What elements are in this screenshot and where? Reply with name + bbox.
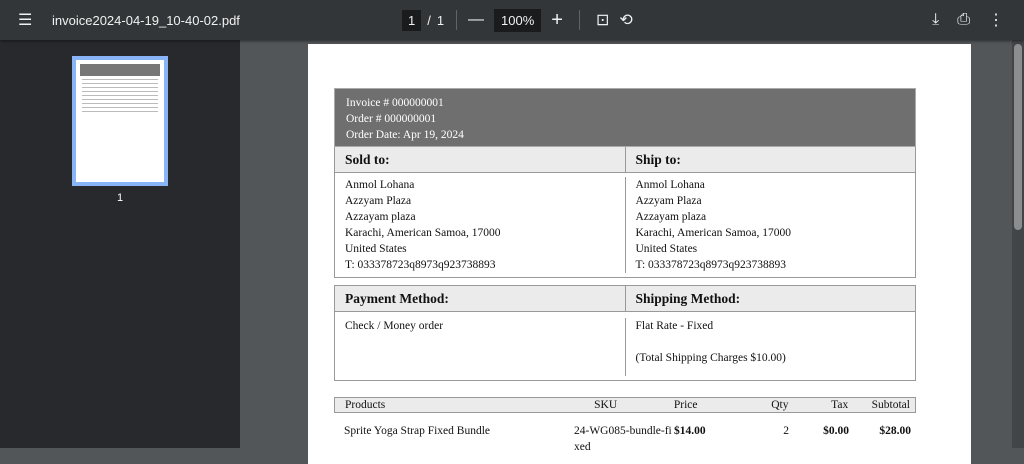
document-title: invoice2024-04-19_10-40-02.pdf xyxy=(52,12,240,28)
shipping-charges: (Total Shipping Charges $10.00) xyxy=(635,352,786,364)
address-line: Anmol Lohana xyxy=(635,179,705,191)
address-line: Karachi, American Samoa, 17000 xyxy=(345,227,501,239)
pdf-page: Invoice # 000000001 Order # 000000001 Or… xyxy=(308,44,971,464)
page-total: 1 xyxy=(436,12,445,28)
col-products: Products xyxy=(345,399,386,411)
payment-heading: Payment Method: xyxy=(345,291,449,306)
col-sku: SKU xyxy=(594,399,618,411)
menu-icon[interactable]: ☰ xyxy=(18,0,32,40)
methods-box: Payment Method: Shipping Method: Check / … xyxy=(334,285,916,381)
col-subtotal: Subtotal xyxy=(871,399,910,411)
shipping-heading: Shipping Method: xyxy=(624,286,916,311)
fit-page-icon[interactable]: ⊡ xyxy=(596,10,609,30)
order-date: Order Date: Apr 19, 2024 xyxy=(346,129,464,141)
address-line: T: 033378723q8973q923738893 xyxy=(345,259,496,271)
zoom-in-icon[interactable]: + xyxy=(551,9,563,32)
product-subtotal: $28.00 xyxy=(879,425,911,437)
invoice-number: Invoice # 000000001 xyxy=(346,97,444,109)
toolbar-actions: ⤓ ⎙ ⋮ xyxy=(932,0,1004,40)
product-name: Sprite Yoga Strap Fixed Bundle xyxy=(344,425,490,437)
product-sku: 24-WG085-bundle-fixed xyxy=(574,425,672,453)
shipping-method-name: Flat Rate - Fixed xyxy=(635,320,714,332)
address-line: Azzyam Plaza xyxy=(635,195,702,207)
page-input[interactable]: 1 xyxy=(402,9,422,31)
products-header: Products SKU Price Qty Tax Subtotal xyxy=(334,397,916,413)
more-options-icon[interactable]: ⋮ xyxy=(988,10,1004,30)
ship-to-heading: Ship to: xyxy=(624,147,916,172)
order-number: Order # 000000001 xyxy=(346,113,437,125)
zoom-out-icon[interactable]: — xyxy=(468,11,484,29)
sold-to-heading: Sold to: xyxy=(345,152,390,167)
shipping-method: Flat Rate - Fixed (Total Shipping Charges… xyxy=(624,318,916,376)
sold-to-address: Anmol Lohana Azzyam Plaza Azzayam plaza Kar… xyxy=(335,177,625,273)
print-icon[interactable]: ⎙ xyxy=(957,11,970,29)
table-row: Sprite Yoga Strap Fixed Bundle 24-WG085-… xyxy=(334,423,916,455)
col-qty: Qty xyxy=(771,399,789,411)
product-qty: 2 xyxy=(783,425,789,437)
invoice-header: Invoice # 000000001 Order # 000000001 Or… xyxy=(334,88,916,147)
page-thumbnail[interactable] xyxy=(72,56,168,186)
ship-to-address: Anmol Lohana Azzyam Plaza Azzayam plaza Kar… xyxy=(624,177,916,273)
download-icon[interactable]: ⤓ xyxy=(932,11,939,29)
col-price: Price xyxy=(673,399,698,411)
address-line: Azzayam plaza xyxy=(345,211,416,223)
zoom-controls: — 100% + ⊡ ⟲ xyxy=(468,0,633,40)
divider xyxy=(456,10,458,30)
address-box: Sold to: Ship to: Anmol Lohana Azzyam Plaz… xyxy=(334,147,916,278)
address-line: United States xyxy=(635,243,698,255)
product-tax: $0.00 xyxy=(823,425,849,437)
address-line: Azzyam Plaza xyxy=(345,195,412,207)
payment-method: Check / Money order xyxy=(345,320,444,332)
address-line: Karachi, American Samoa, 17000 xyxy=(635,227,792,239)
address-line: Azzayam plaza xyxy=(635,211,707,223)
address-line: United States xyxy=(345,243,407,255)
address-line: Anmol Lohana xyxy=(345,179,415,191)
scrollbar[interactable] xyxy=(1012,40,1024,448)
zoom-input[interactable]: 100% xyxy=(494,8,542,32)
scrollbar-thumb[interactable] xyxy=(1014,44,1022,230)
page-separator: / xyxy=(427,12,431,28)
pdf-toolbar: ☰ invoice2024-04-19_10-40-02.pdf 1 / 1 —… xyxy=(0,0,1024,40)
address-line: T: 033378723q8973q923738893 xyxy=(635,259,787,271)
rotate-icon[interactable]: ⟲ xyxy=(619,10,632,30)
product-price: $14.00 xyxy=(674,425,706,437)
divider xyxy=(578,10,580,30)
col-tax: Tax xyxy=(831,399,849,411)
thumbnail-page-number: 1 xyxy=(116,192,124,204)
page-selector: 1 / 1 xyxy=(402,0,463,40)
